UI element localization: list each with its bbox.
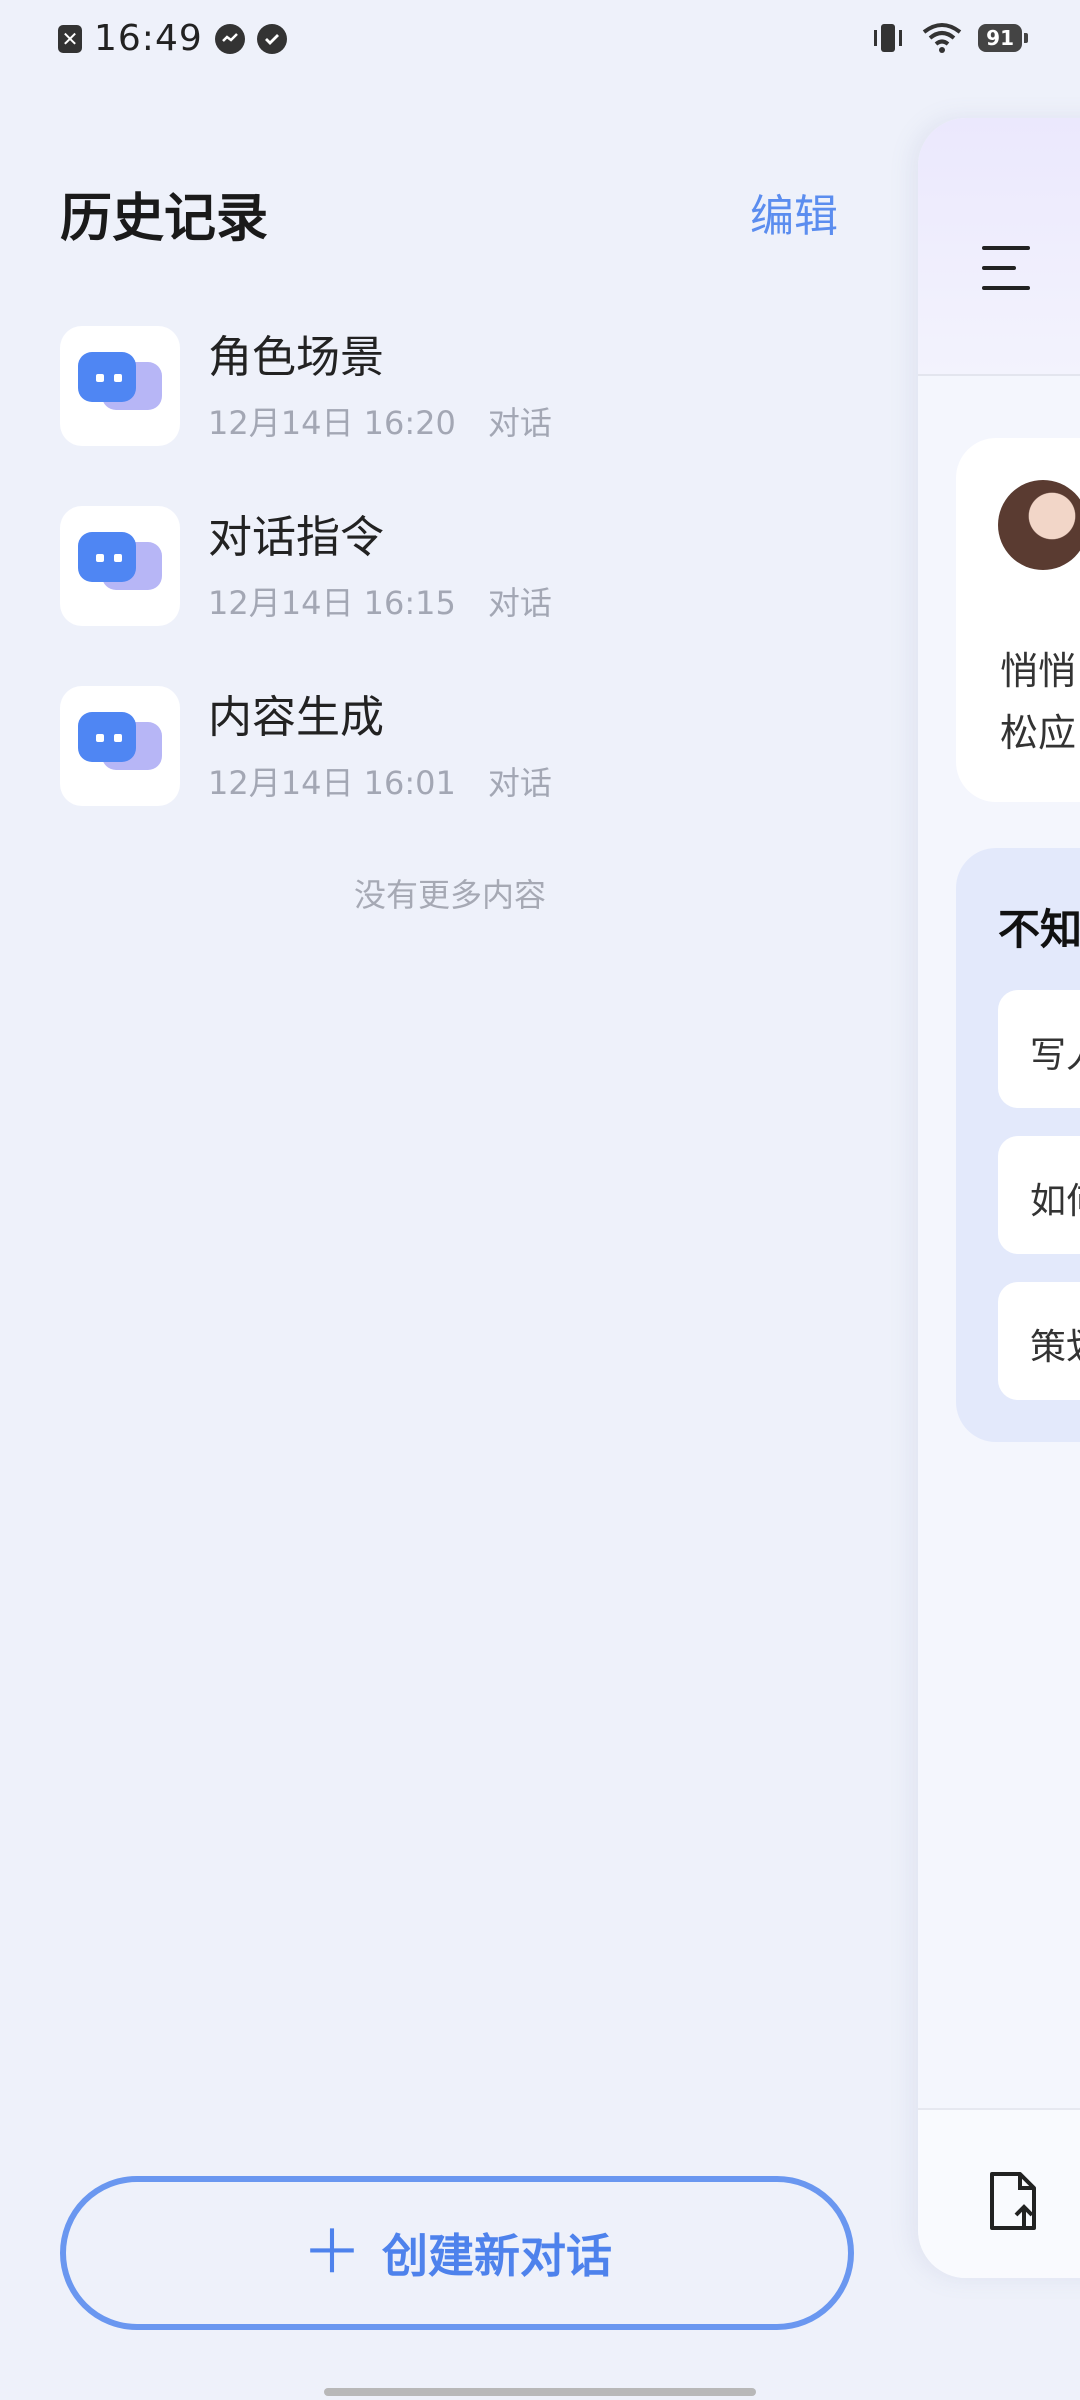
history-type: 对话	[487, 404, 552, 443]
vibrate-icon	[874, 24, 903, 52]
battery-indicator: 91	[978, 24, 1028, 52]
history-title: 角色场景	[208, 332, 384, 383]
assistant-intro-card: 悄悄 松应	[956, 438, 1080, 802]
plus-icon: ＋	[302, 2218, 362, 2288]
history-list: 角色场景 12月14日 16:20 对话 对话指令 12月14日 16:15 对话 …	[60, 326, 860, 866]
list-item[interactable]: 对话指令 12月14日 16:15 对话	[60, 506, 860, 686]
create-new-chat-button[interactable]: ＋ 创建新对话	[60, 2176, 854, 2330]
check-status-icon	[256, 23, 287, 54]
message-status-icon	[214, 23, 245, 54]
chat-bubble-icon	[60, 326, 180, 446]
list-item[interactable]: 角色场景 12月14日 16:20 对话	[60, 326, 860, 506]
status-time: 16:49	[94, 18, 203, 59]
history-meta: 12月14日 16:15 对话	[208, 578, 552, 624]
chat-panel-preview[interactable]: 悄悄 松应 不知 写人 如何 策划	[918, 118, 1080, 2278]
intro-text-line2: 松应	[1000, 711, 1077, 755]
avatar	[998, 480, 1080, 570]
history-meta: 12月14日 16:01 对话	[208, 758, 552, 804]
history-title: 内容生成	[208, 692, 384, 743]
file-upload-icon[interactable]	[988, 2170, 1040, 2232]
history-date: 12月14日 16:01	[208, 764, 456, 803]
create-new-chat-label: 创建新对话	[382, 2229, 612, 2283]
history-date: 12月14日 16:15	[208, 584, 456, 623]
panel-input-bar	[918, 2108, 1080, 2278]
home-indicator[interactable]	[324, 2388, 756, 2396]
suggestion-chip[interactable]: 如何	[998, 1136, 1080, 1254]
status-right: 91	[870, 22, 1028, 54]
history-title: 对话指令	[208, 512, 384, 563]
menu-icon[interactable]	[982, 246, 1030, 306]
chat-bubble-icon	[60, 506, 180, 626]
suggestions-title: 不知	[998, 905, 1080, 954]
history-date: 12月14日 16:20	[208, 404, 456, 443]
edit-button[interactable]: 编辑	[750, 180, 838, 244]
wifi-icon	[922, 23, 962, 53]
suggestion-chip[interactable]: 写人	[998, 990, 1080, 1108]
status-left: ✕ 16:49	[58, 18, 287, 59]
status-bar: ✕ 16:49 91	[0, 0, 1080, 84]
chat-bubble-icon	[60, 686, 180, 806]
intro-text-line1: 悄悄	[1000, 649, 1077, 693]
list-end-text: 没有更多内容	[353, 876, 546, 914]
history-meta: 12月14日 16:20 对话	[208, 398, 552, 444]
history-type: 对话	[487, 584, 552, 623]
list-item[interactable]: 内容生成 12月14日 16:01 对话	[60, 686, 860, 866]
notification-close-icon: ✕	[58, 24, 82, 53]
page-title: 历史记录	[60, 189, 269, 249]
panel-header	[918, 118, 1080, 376]
suggestions-card: 不知 写人 如何 策划	[956, 848, 1080, 1442]
history-type: 对话	[487, 764, 552, 803]
suggestion-chip[interactable]: 策划	[998, 1282, 1080, 1400]
